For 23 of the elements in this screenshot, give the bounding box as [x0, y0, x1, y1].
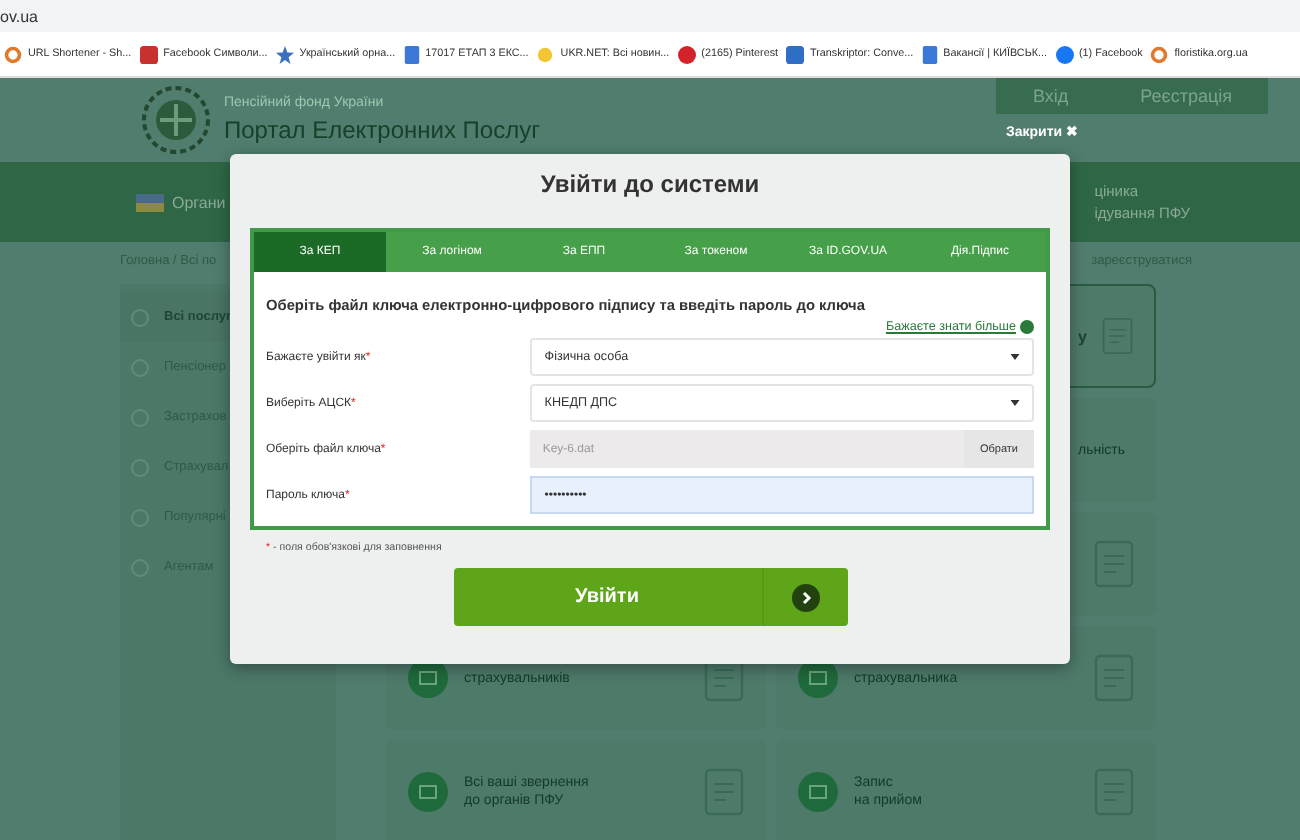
star-icon [275, 45, 294, 63]
circle-badge-icon [408, 772, 448, 812]
circle-badge-icon [798, 772, 838, 812]
register-button[interactable]: Реєстрація [1104, 78, 1268, 114]
logo-icon [140, 84, 212, 156]
document-icon [403, 45, 420, 63]
nav-link[interactable]: Органи [172, 193, 226, 211]
caret-icon [1010, 400, 1020, 406]
chevron-right-icon [791, 583, 819, 611]
caret-icon [1010, 354, 1020, 360]
login-submit-button[interactable]: Увійти [453, 568, 847, 626]
address-text[interactable]: ov.ua [0, 7, 38, 25]
help-icon [1020, 320, 1034, 334]
circle-icon [1055, 45, 1073, 63]
square-icon [786, 45, 805, 63]
document-icon [921, 45, 938, 63]
dialog-title: Увійти до системи [540, 170, 760, 202]
ring-icon [4, 45, 22, 63]
square-icon [139, 45, 158, 63]
flag-icon [136, 193, 164, 211]
login-button[interactable]: Вхід [996, 78, 1105, 114]
portal-title: Портал Електронних Послуг [224, 116, 540, 144]
ring-icon [1150, 45, 1169, 63]
